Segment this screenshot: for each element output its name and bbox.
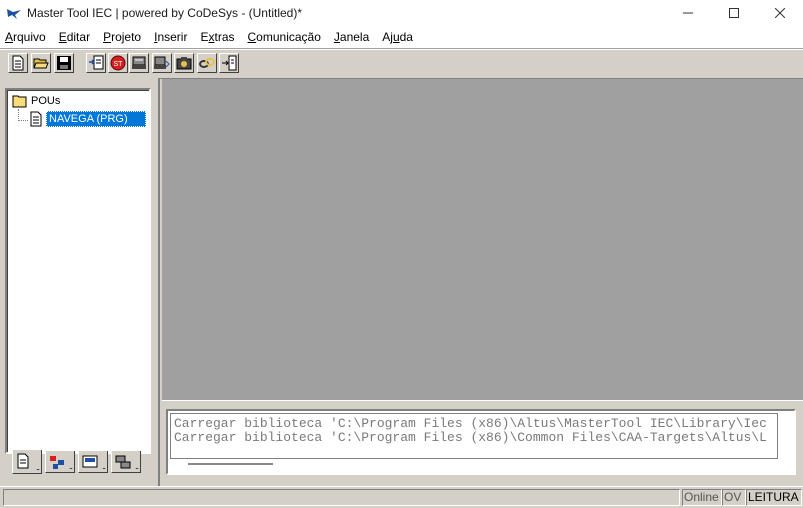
- open-folder-icon: [33, 58, 49, 69]
- tree-node-navega[interactable]: NAVEGA (PRG): [29, 111, 146, 127]
- svg-text:ST: ST: [114, 61, 124, 68]
- watch-icon: [222, 55, 237, 71]
- title-bar: Master Tool IEC | powered by CoDeSys - (…: [0, 0, 803, 25]
- save-button[interactable]: [54, 53, 74, 73]
- watch-button[interactable]: [219, 53, 239, 73]
- save-icon: [57, 56, 71, 70]
- maximize-icon: [729, 7, 739, 18]
- pane-splitter[interactable]: [162, 400, 803, 405]
- minimize-icon: [683, 12, 693, 13]
- menu-arquivo[interactable]: Arquivo: [0, 30, 53, 44]
- status-online: Online: [682, 489, 722, 506]
- message-window: Carregar biblioteca 'C:\Program Files (x…: [166, 409, 796, 475]
- tree-connector: [18, 120, 28, 121]
- pou-tree[interactable]: POUs NAVEGA (PRG): [5, 88, 151, 454]
- login-icon: [132, 56, 146, 69]
- close-button[interactable]: [757, 0, 803, 25]
- tab-resources[interactable]: ..: [111, 451, 141, 473]
- toolbar: ST: [0, 49, 803, 79]
- object-organizer: POUs NAVEGA (PRG) .. .. .. ..: [0, 78, 160, 486]
- folder-icon: [12, 95, 27, 108]
- tab-pous[interactable]: ..: [12, 450, 42, 474]
- camera-icon: [176, 57, 192, 70]
- close-icon: [775, 7, 785, 18]
- build-button[interactable]: [86, 53, 106, 73]
- link-button[interactable]: [197, 53, 217, 73]
- window-title: Master Tool IEC | powered by CoDeSys - (…: [27, 5, 302, 20]
- status-ov: OV: [722, 489, 746, 506]
- minimize-button[interactable]: [665, 0, 711, 25]
- tab-datatypes[interactable]: ..: [45, 451, 75, 473]
- logout-button[interactable]: [152, 53, 172, 73]
- visualizations-tab-icon: [82, 455, 98, 468]
- message-line: Carregar biblioteca 'C:\Program Files (x…: [174, 430, 767, 445]
- message-list[interactable]: Carregar biblioteca 'C:\Program Files (x…: [170, 413, 778, 459]
- maximize-button[interactable]: [711, 0, 757, 25]
- message-line: Carregar biblioteca 'C:\Program Files (x…: [174, 416, 767, 431]
- pous-tab-icon: [17, 453, 29, 469]
- open-button[interactable]: [31, 53, 51, 73]
- login-button[interactable]: [129, 53, 149, 73]
- logout-icon: [154, 56, 170, 69]
- status-message: [3, 489, 680, 506]
- editor-workspace[interactable]: [162, 79, 803, 400]
- app-logo-icon: [7, 8, 21, 19]
- build-icon: [89, 55, 104, 70]
- stop-icon: ST: [110, 55, 126, 71]
- datatypes-tab-icon: [50, 456, 64, 469]
- status-bar: Online OV LEITURA: [0, 486, 803, 508]
- new-file-button[interactable]: [8, 53, 28, 73]
- tree-node-label: NAVEGA (PRG): [46, 111, 146, 127]
- tree-node-pous[interactable]: POUs: [12, 94, 60, 108]
- resources-tab-icon: [115, 455, 131, 469]
- horizontal-scrollbar[interactable]: [188, 463, 273, 465]
- camera-button[interactable]: [174, 53, 194, 73]
- stop-button[interactable]: ST: [108, 53, 128, 73]
- menu-extras[interactable]: Extras: [194, 30, 241, 44]
- menu-editar[interactable]: Editar: [53, 30, 97, 44]
- menu-janela[interactable]: Janela: [328, 30, 376, 44]
- tab-visualizations[interactable]: ..: [78, 451, 108, 473]
- menu-bar: Arquivo Editar Projeto Inserir Extras Co…: [0, 25, 803, 49]
- new-file-icon: [12, 55, 24, 71]
- program-file-icon: [30, 111, 42, 127]
- menu-comunicacao[interactable]: Comunicação: [242, 30, 328, 44]
- window-controls: [665, 0, 803, 25]
- menu-ajuda[interactable]: Ajuda: [376, 30, 420, 44]
- tree-node-label: POUs: [31, 95, 61, 107]
- menu-projeto[interactable]: Projeto: [97, 30, 148, 44]
- status-mode: LEITURA: [746, 489, 802, 506]
- menu-inserir[interactable]: Inserir: [148, 30, 194, 44]
- link-icon: [199, 58, 215, 68]
